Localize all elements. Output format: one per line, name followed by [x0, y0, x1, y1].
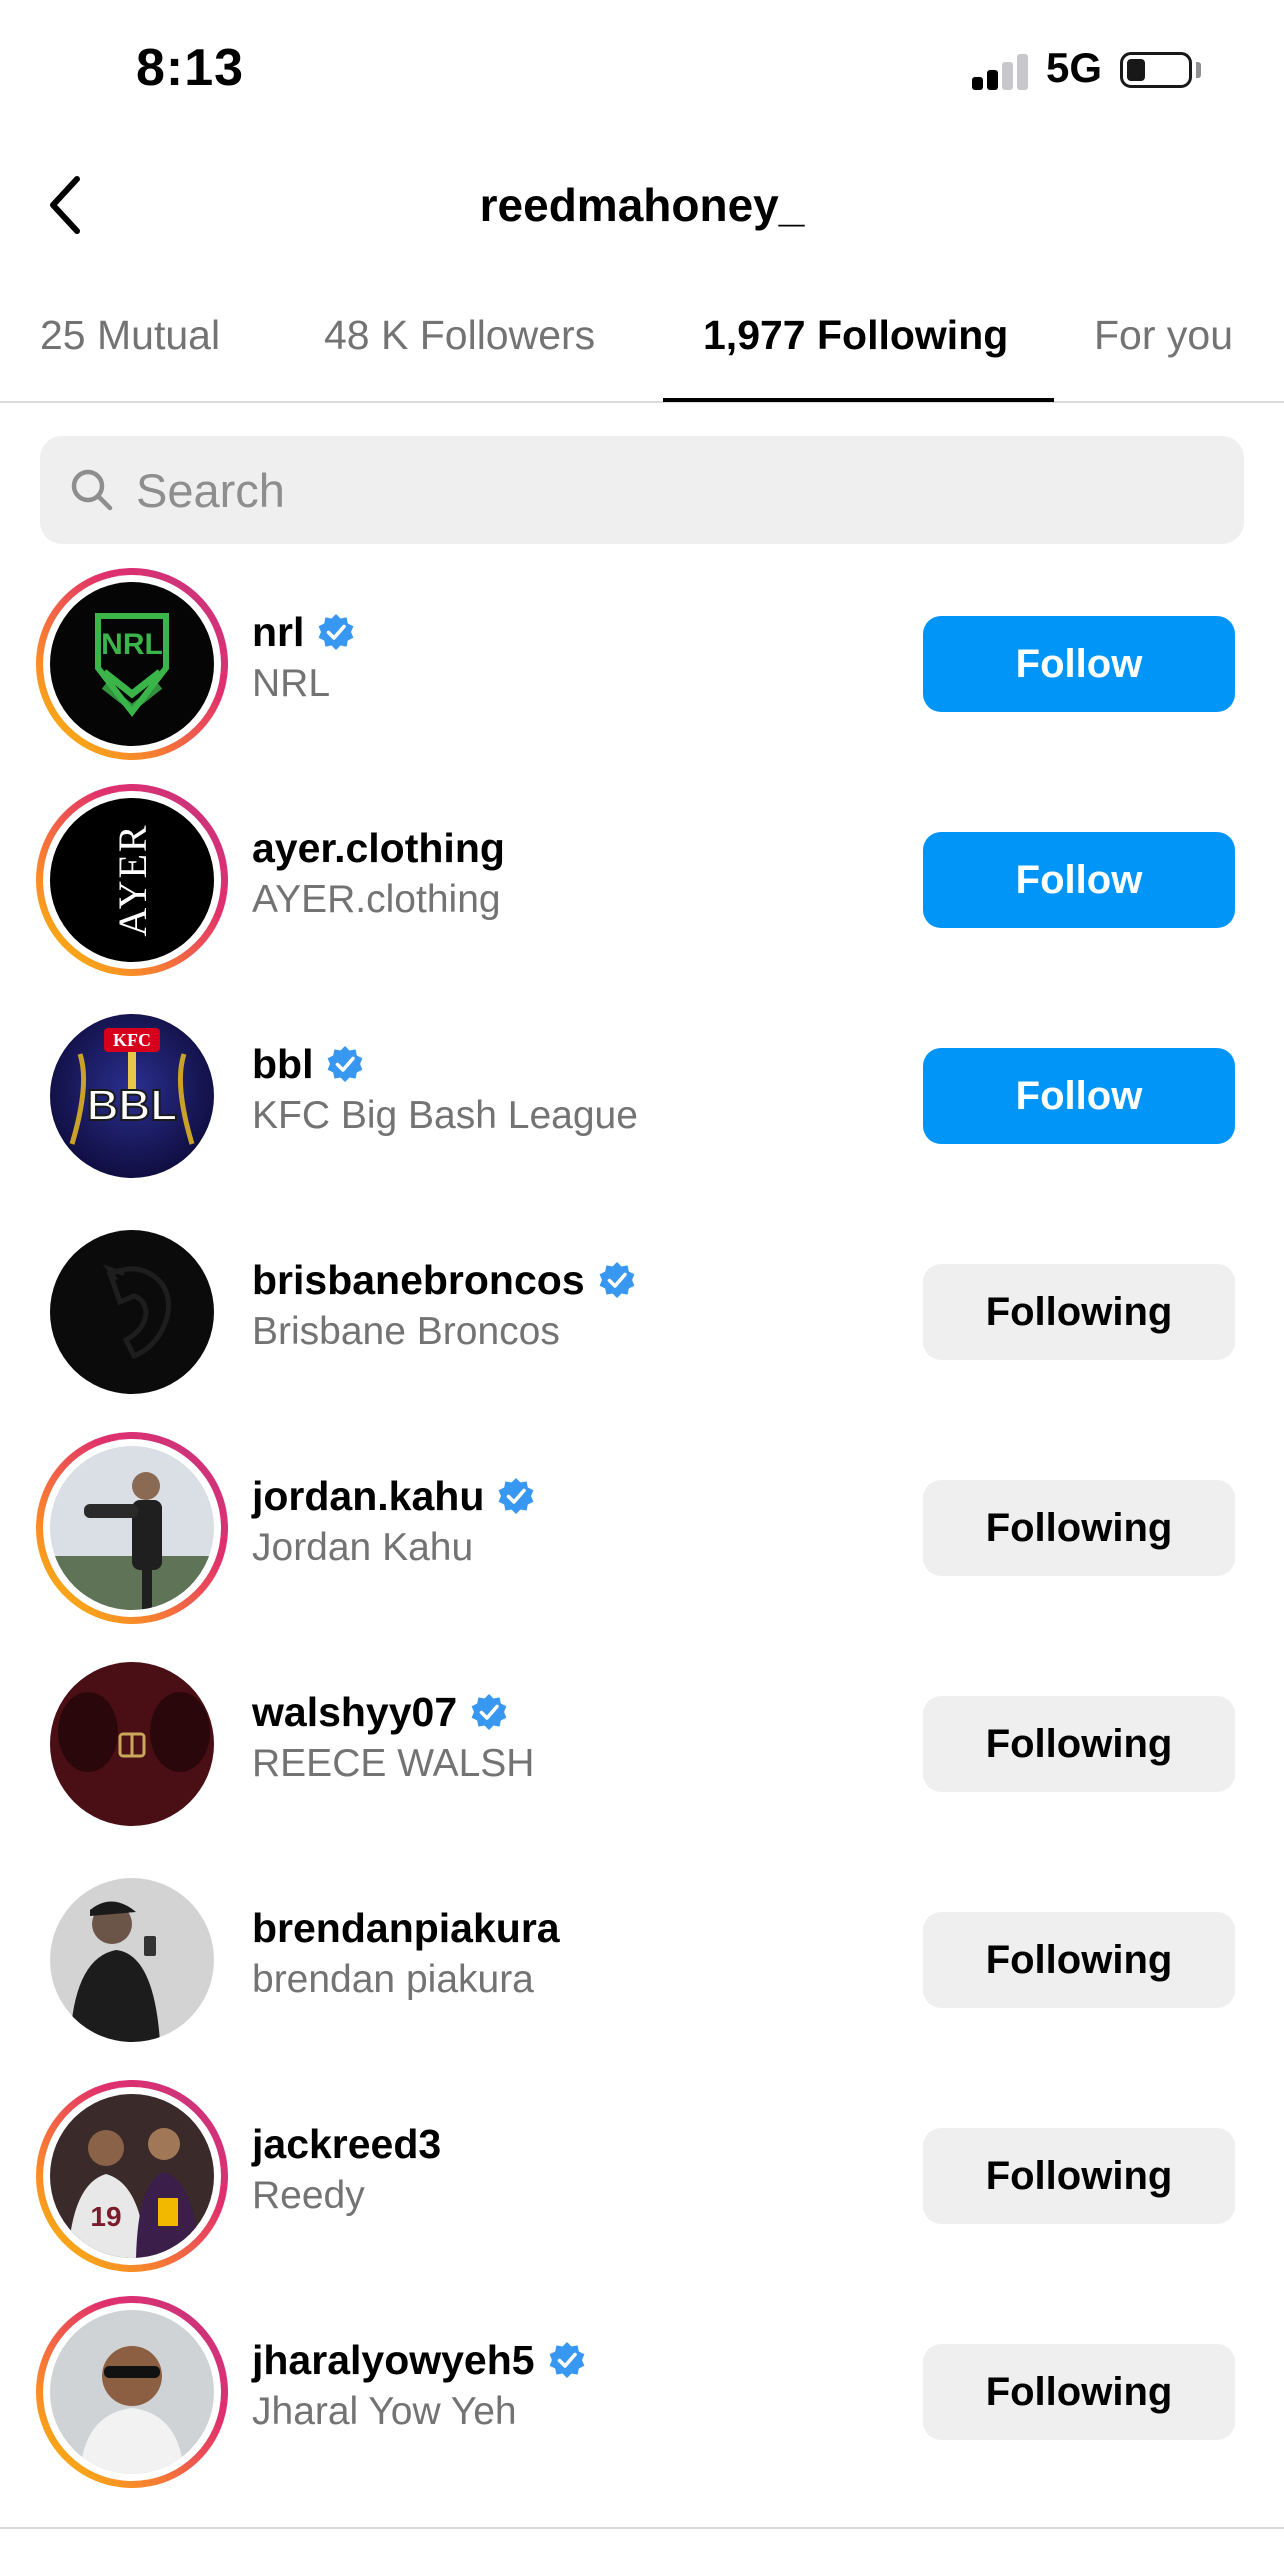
- list-item[interactable]: NRL nrl NRL Follow: [0, 556, 1284, 772]
- avatar-text: NRL: [101, 628, 163, 661]
- avatar: 19: [50, 2094, 214, 2258]
- full-name: Brisbane Broncos: [252, 1310, 560, 1353]
- story-ring[interactable]: NRL: [36, 568, 228, 760]
- avatar-text: BBL: [87, 1081, 177, 1130]
- full-name: brendan piakura: [252, 1958, 534, 2001]
- follow-button[interactable]: Follow: [923, 1048, 1235, 1144]
- page-title: reedmahoney_: [479, 179, 805, 231]
- verified-badge-icon: [599, 1262, 635, 1298]
- avatar-frame[interactable]: KFC BBL: [36, 1000, 228, 1192]
- story-ring[interactable]: [36, 1432, 228, 1624]
- active-tab-indicator: [663, 398, 1054, 402]
- full-name: NRL: [252, 662, 331, 705]
- username[interactable]: jackreed3: [252, 2121, 441, 2168]
- verified-badge-icon: [471, 1694, 507, 1730]
- avatar-text-top: KFC: [113, 1030, 151, 1050]
- avatar: KFC BBL: [50, 1014, 214, 1178]
- status-time: 8:13: [136, 39, 245, 97]
- verified-badge-icon: [498, 1478, 534, 1514]
- avatar: [50, 2310, 214, 2474]
- username[interactable]: jharalyowyeh5: [252, 2337, 535, 2384]
- list-item[interactable]: AYER ayer.clothing AYER.clothing Follow: [0, 772, 1284, 988]
- avatar-frame[interactable]: [36, 1216, 228, 1408]
- battery-tip: [1196, 62, 1201, 78]
- follow-button[interactable]: Follow: [923, 616, 1235, 712]
- tab-for-you[interactable]: For you: [1094, 312, 1233, 359]
- username[interactable]: nrl: [252, 609, 304, 656]
- list-item[interactable]: brendanpiakura brendan piakura Following: [0, 1852, 1284, 2068]
- following-button[interactable]: Following: [923, 1912, 1235, 2008]
- tab-mutual[interactable]: 25 Mutual: [40, 312, 220, 359]
- avatar: [50, 1662, 214, 1826]
- tab-followers[interactable]: 48 K Followers: [324, 312, 595, 359]
- list-item[interactable]: walshyy07 REECE WALSH Following: [0, 1636, 1284, 1852]
- avatar: NRL: [50, 582, 214, 746]
- avatar-frame[interactable]: [36, 1648, 228, 1840]
- full-name: REECE WALSH: [252, 1742, 535, 1785]
- list-item[interactable]: jharalyowyeh5 Jharal Yow Yeh Following: [0, 2284, 1284, 2500]
- story-ring[interactable]: [36, 2296, 228, 2488]
- verified-badge-icon: [328, 1046, 363, 1082]
- search-input[interactable]: [136, 462, 1136, 518]
- full-name: Jordan Kahu: [252, 1526, 474, 1569]
- tab-following[interactable]: 1,977 Following: [703, 312, 1008, 359]
- list-item[interactable]: brisbanebroncos Brisbane Broncos Followi…: [0, 1204, 1284, 1420]
- search-bar[interactable]: [40, 436, 1244, 544]
- network-type: 5G: [1046, 44, 1103, 91]
- username[interactable]: brendanpiakura: [252, 1905, 560, 1952]
- full-name: KFC Big Bash League: [252, 1094, 638, 1137]
- list-item[interactable]: 19 jackreed3 Reedy Following: [0, 2068, 1284, 2284]
- status-bar: 8:13 5G: [0, 0, 1284, 140]
- full-name: Jharal Yow Yeh: [252, 2390, 517, 2433]
- verified-badge-icon: [319, 614, 354, 650]
- avatar: AYER: [50, 798, 214, 962]
- following-button[interactable]: Following: [923, 2344, 1235, 2440]
- full-name: Reedy: [252, 2174, 365, 2217]
- following-button[interactable]: Following: [923, 1264, 1235, 1360]
- list-item[interactable]: jordan.kahu Jordan Kahu Following: [0, 1420, 1284, 1636]
- username[interactable]: walshyy07: [252, 1689, 457, 1736]
- cellular-signal-icon: [972, 50, 1032, 90]
- avatar: [50, 1878, 214, 2042]
- header: reedmahoney_: [0, 150, 1284, 260]
- username[interactable]: ayer.clothing: [252, 825, 505, 872]
- avatar: [50, 1230, 214, 1394]
- following-list: NRL nrl NRL Follow AYER ayer.clothing AY…: [0, 556, 1284, 2500]
- battery-icon: [1120, 52, 1192, 88]
- username[interactable]: brisbanebroncos: [252, 1257, 585, 1304]
- username[interactable]: bbl: [252, 1041, 313, 1088]
- story-ring[interactable]: AYER: [36, 784, 228, 976]
- avatar-text: 19: [90, 2201, 121, 2232]
- divider: [0, 2527, 1284, 2529]
- following-button[interactable]: Following: [923, 1480, 1235, 1576]
- verified-badge-icon: [549, 2342, 584, 2378]
- following-button[interactable]: Following: [923, 2128, 1235, 2224]
- username[interactable]: jordan.kahu: [252, 1473, 484, 1520]
- follow-button[interactable]: Follow: [923, 832, 1235, 928]
- avatar: [50, 1446, 214, 1610]
- avatar-frame[interactable]: [36, 1864, 228, 2056]
- following-button[interactable]: Following: [923, 1696, 1235, 1792]
- story-ring[interactable]: 19: [36, 2080, 228, 2272]
- following-screen: 8:13 5G reedmahoney_ 25 Mutual 48 K Foll…: [0, 0, 1284, 2549]
- avatar-text: AYER: [110, 823, 155, 936]
- full-name: AYER.clothing: [252, 878, 501, 921]
- list-item[interactable]: KFC BBL bbl KFC Big Bash League Follow: [0, 988, 1284, 1204]
- search-icon: [71, 469, 113, 511]
- tab-bar: 25 Mutual 48 K Followers 1,977 Following…: [0, 290, 1284, 403]
